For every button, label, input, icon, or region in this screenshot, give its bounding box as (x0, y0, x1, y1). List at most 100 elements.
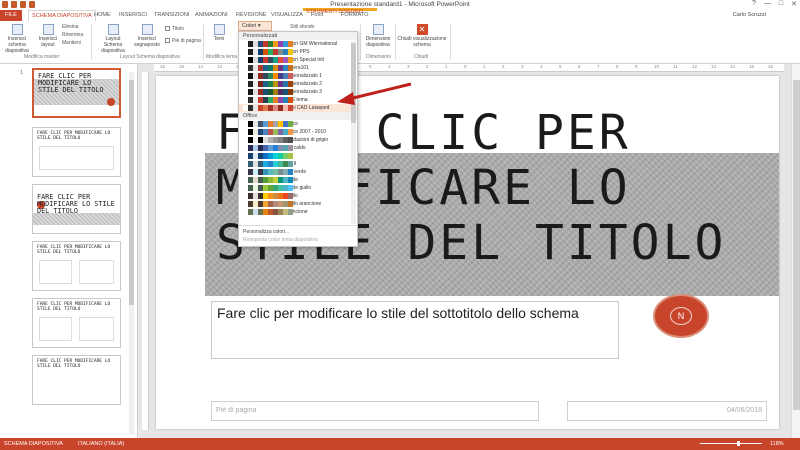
thumbnail-layout[interactable]: FARE CLIC PER MODIFICARE LO STILE DEL TI… (32, 127, 121, 177)
color-scheme-item[interactable]: Office 2007 - 2010 (239, 128, 357, 136)
zoom-slider-thumb[interactable] (737, 441, 741, 446)
dropdown-scrollbar[interactable] (351, 41, 356, 224)
insert-layout-icon (42, 24, 54, 35)
minimize-icon[interactable]: — (764, 0, 771, 8)
footer-checkbox[interactable]: Piè di pagina (165, 37, 201, 45)
close-master-view-button[interactable]: ✕ Chiudi visualizzazione schema (397, 24, 447, 48)
thumbnails-scrollbar[interactable] (129, 72, 134, 434)
thumbnail-content-lines (39, 146, 114, 170)
thumbnail-master[interactable]: FARE CLIC PER MODIFICARE LO STILE DEL TI… (32, 68, 121, 118)
status-language[interactable]: ITALIANO (ITALIA) (78, 438, 124, 450)
color-scheme-item[interactable]: Lettera101 (239, 64, 357, 72)
tab-slide-master[interactable]: SCHEMA DIAPOSITIVA (28, 10, 96, 21)
preserve-label: Mantieni (62, 40, 81, 46)
themes-button[interactable]: Temi (208, 24, 230, 42)
color-scheme-item[interactable]: Colori Special Intl (239, 56, 357, 64)
color-swatch-strip (243, 193, 293, 199)
status-view: SCHEMA DIAPOSITIVA (4, 441, 63, 447)
tab-review[interactable]: REVISIONE (236, 10, 266, 21)
color-scheme-item[interactable]: Giallo (239, 192, 357, 200)
color-swatch-strip (243, 201, 293, 207)
title-check-box[interactable] (165, 26, 170, 32)
title-bar: Presentazione standard1 - Microsoft Powe… (0, 0, 800, 10)
color-scheme-item[interactable]: Blu verde (239, 168, 357, 176)
arrow-head (337, 92, 355, 105)
color-scheme-item[interactable]: Verde (239, 176, 357, 184)
color-scheme-item[interactable]: Blu II (239, 160, 357, 168)
thumbnail-layout[interactable]: FARE CLIC PER MODIFICARE LO STILE DEL TI… (32, 355, 121, 405)
tab-view[interactable]: VISUALIZZA (271, 10, 303, 21)
customize-colors-item[interactable]: Personalizza colori... (243, 228, 353, 236)
insert-layout-button[interactable]: Inserisci layout (36, 24, 60, 48)
dropdown-footer: Personalizza colori... Reimposta colori … (239, 225, 357, 246)
color-scheme-item[interactable]: Colori GM Wternational (239, 40, 357, 48)
footer-placeholder[interactable]: Piè di pagina (211, 401, 539, 421)
thumbnail-layout[interactable]: FARE CLIC PER MODIFICARE LO STILE DEL TI… (32, 298, 121, 348)
ruler-mark: 16 (768, 64, 774, 69)
delete-button[interactable]: Elimina (62, 23, 78, 31)
rename-button[interactable]: Rinomina (62, 31, 83, 39)
color-swatch-strip (243, 49, 293, 55)
tab-home[interactable]: HOME (94, 10, 111, 21)
preserve-button[interactable]: Mantieni (62, 39, 81, 47)
insert-master-button[interactable]: Inserisci schema diapositiva (2, 24, 32, 54)
ruler-mark: 11 (673, 64, 678, 69)
color-scheme-item[interactable]: Colori PPS (239, 48, 357, 56)
colors-button[interactable]: Colori ▾ (238, 21, 272, 31)
close-icon[interactable]: ✕ (791, 0, 797, 8)
color-scheme-item[interactable]: Blu (239, 152, 357, 160)
ribbon-separator (203, 24, 204, 60)
group-label-layout-master: Layout Schema diapositiva (120, 54, 180, 60)
footer-check-box[interactable] (165, 38, 170, 44)
color-scheme-item[interactable]: Gradazioni di grigio (239, 136, 357, 144)
thumbnail-layout[interactable]: FARE CLIC PER MODIFICARE LO STILE DEL TI… (32, 184, 121, 234)
editor-scroll-thumb[interactable] (793, 80, 800, 410)
insert-placeholder-button[interactable]: Inserisci segnaposto (133, 24, 161, 48)
color-scheme-item[interactable]: Giallo arancione (239, 200, 357, 208)
ruler-mark: 0 (464, 64, 467, 69)
color-scheme-item[interactable]: Personalizzato 1 (239, 72, 357, 80)
ruler-mark: 1 (445, 64, 448, 69)
title-checkbox[interactable]: Titolo (165, 25, 184, 33)
thumbnail-layout[interactable]: FARE CLIC PER MODIFICARE LO STILE DEL TI… (32, 241, 121, 291)
color-scheme-item[interactable]: Verde giallo (239, 184, 357, 192)
layout-master-button[interactable]: Layout Schema diapositiva (97, 24, 129, 54)
tab-transitions[interactable]: TRANSIZIONI (154, 10, 189, 21)
color-scheme-item[interactable]: Blu caldo (239, 144, 357, 152)
ribbon: Inserisci schema diapositiva Inserisci l… (0, 21, 800, 64)
color-scheme-item[interactable]: Arancione (239, 208, 357, 216)
ruler-mark: 3 (521, 64, 524, 69)
zoom-slider-track[interactable] (700, 443, 762, 444)
ruler-mark: 9 (635, 64, 638, 69)
ruler-mark: 14 (730, 64, 736, 69)
tab-insert[interactable]: INSERISCI (119, 10, 147, 21)
color-swatch (288, 153, 293, 159)
title-check-label: Titolo (172, 26, 185, 32)
color-scheme-item[interactable]: Office (239, 120, 357, 128)
user-name[interactable]: Carlo Scruzzi (733, 12, 766, 18)
tab-format[interactable]: FORMATO (341, 10, 368, 21)
thumbnails-scroll-thumb[interactable] (129, 80, 134, 305)
ruler-mark: 15 (749, 64, 755, 69)
tab-file[interactable]: FILE (0, 10, 22, 21)
maximize-icon[interactable]: □ (779, 0, 783, 8)
ruler-mark: 7 (597, 64, 600, 69)
subtitle-text[interactable]: Fare clic per modificare lo stile del so… (217, 305, 579, 321)
color-swatch-strip (243, 185, 293, 191)
insert-layout-label: Inserisci layout (38, 36, 58, 48)
ruler-mark: 12 (692, 64, 698, 69)
editor-scrollbar[interactable] (791, 64, 800, 438)
dropdown-section-custom: Personalizzati (239, 32, 357, 40)
window-title: Presentazione standard1 - Microsoft Powe… (330, 1, 470, 8)
status-bar: SCHEMA DIAPOSITIVA ITALIANO (ITALIA) 118… (0, 438, 800, 450)
color-swatch (288, 145, 293, 151)
date-placeholder[interactable]: 04/06/2018 (567, 401, 767, 421)
help-icon[interactable]: ? (752, 0, 756, 8)
slide-size-button[interactable]: Dimensioni diapositiva (362, 24, 394, 48)
tab-foxit[interactable]: Foxit (311, 10, 323, 21)
zoom-level[interactable]: 118% (770, 438, 784, 450)
tab-animations[interactable]: ANIMAZIONI (195, 10, 228, 21)
background-styles-button[interactable]: Stili sfondo (290, 23, 314, 31)
group-label-size: Dimensioni (366, 54, 391, 60)
thumbnail-logo (107, 98, 115, 106)
